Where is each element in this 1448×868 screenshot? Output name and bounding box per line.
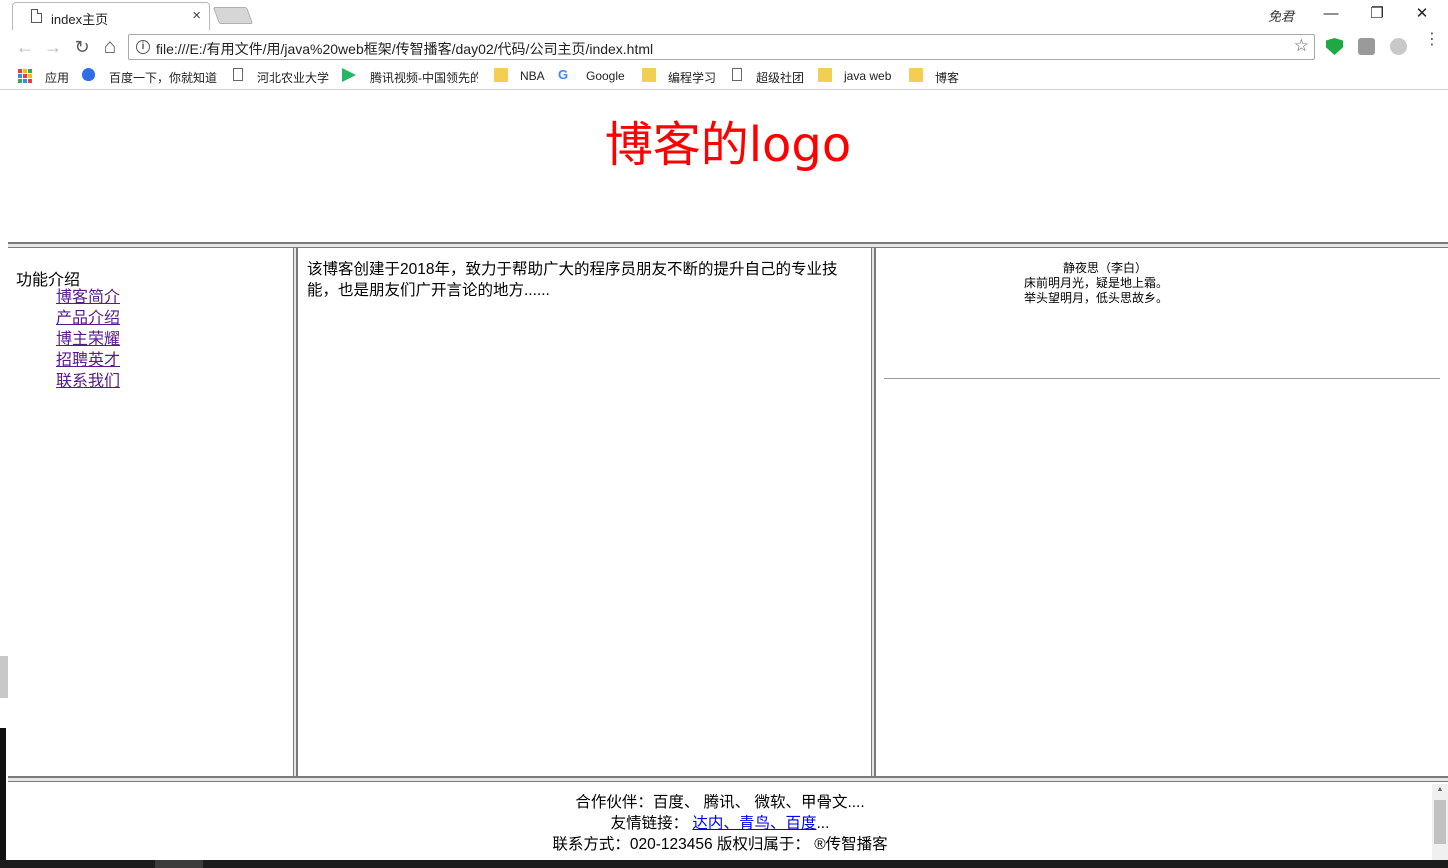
poem: 静夜思（李白） 床前明月光，疑是地上霜。 举头望明月，低头思故乡。 [876, 261, 1316, 306]
friend-link-baidu[interactable]: 百度 [785, 815, 816, 832]
link-blogger-honors[interactable]: 博主荣耀 [56, 331, 120, 348]
footer-friend-links: 友情链接： 达内、青鸟、百度... [8, 813, 1432, 834]
forward-button[interactable]: → [42, 36, 64, 58]
restore-button[interactable]: ❐ [1354, 2, 1400, 28]
minimize-button[interactable]: — [1308, 2, 1354, 28]
shield-extension-icon[interactable] [1326, 38, 1343, 55]
bookmark-blog[interactable]: 博客 [935, 69, 959, 86]
page-favicon-icon [31, 9, 42, 23]
baidu-paw-icon [82, 68, 95, 81]
lightning-extension-icon[interactable] [1358, 38, 1375, 55]
tab-close-icon[interactable]: × [192, 7, 201, 24]
scroll-up-arrow-icon[interactable]: ▲ [1432, 786, 1448, 798]
link-contact-us[interactable]: 联系我们 [56, 373, 120, 390]
taskbar [0, 860, 1448, 868]
bookmarks-bar: 应用 百度一下，你就知道 河北农业大学 腾讯视频-中国领先的 NBA G Goo… [0, 64, 1448, 90]
poem-line: 床前明月光，疑是地上霜。 [1023, 276, 1168, 290]
home-button[interactable]: ⌂ [99, 36, 121, 58]
google-icon: G [558, 67, 569, 82]
page-viewport: 博客的logo 功能介绍 博客简介 产品介绍 博主荣耀 招聘英才 联系我们 该博… [8, 91, 1448, 868]
bookmark-tencent-video[interactable]: 腾讯视频-中国领先的 [370, 69, 478, 86]
middle-frame: 该博客创建于2018年，致力于帮助广大的程序员朋友不断的提升自己的专业技能，也是… [298, 248, 871, 776]
feature-links: 博客简介 产品介绍 博主荣耀 招聘英才 联系我们 [56, 287, 120, 392]
bookmark-star-icon[interactable]: ☆ [1294, 36, 1309, 56]
address-bar[interactable]: i file:///E:/有用文件/用/java%20web框架/传智播客/da… [128, 34, 1315, 60]
friend-link-sep: 、 [769, 815, 786, 832]
menu-icon[interactable]: ⋮ [1424, 32, 1440, 48]
desktop-edge [0, 728, 6, 868]
folder-icon [642, 68, 656, 82]
back-button[interactable]: ← [14, 36, 36, 58]
friend-links-ellipsis: ... [816, 815, 830, 832]
link-blog-intro[interactable]: 博客简介 [56, 289, 120, 306]
bookmark-baidu[interactable]: 百度一下，你就知道 [109, 69, 217, 86]
profile-name[interactable]: 免君 [1268, 6, 1294, 25]
footer-partners: 合作伙伴：百度、 腾讯、 微软、甲骨文.... [575, 794, 865, 811]
bookmark-super-club[interactable]: 超级社团 [756, 69, 804, 86]
horizontal-rule [884, 378, 1440, 379]
footer-contact: 联系方式：020-123456 版权归属于： ®传智播客 [552, 836, 888, 853]
bookmark-hebau[interactable]: 河北农业大学 [257, 69, 329, 86]
blog-logo: 博客的logo [604, 117, 852, 173]
tencent-video-icon [342, 68, 356, 82]
new-tab-button[interactable] [212, 7, 254, 24]
bookmark-google[interactable]: Google [586, 69, 625, 83]
apps-grid-icon [18, 69, 32, 83]
url-text[interactable]: file:///E:/有用文件/用/java%20web框架/传智播客/day0… [156, 39, 653, 59]
tab-index[interactable]: index主页 × [12, 2, 210, 30]
poem-title: 静夜思（李白） [1062, 261, 1147, 275]
bottom-frame: 合作伙伴：百度、 腾讯、 微软、甲骨文.... 友情链接： 达内、青鸟、百度..… [8, 782, 1448, 868]
right-frame: 静夜思（李白） 床前明月光，疑是地上霜。 举头望明月，低头思故乡。 [876, 248, 1448, 776]
bookmark-java-web[interactable]: java web [844, 69, 891, 83]
reload-button[interactable]: ↻ [71, 36, 93, 58]
folder-icon [909, 68, 923, 82]
taskbar-item[interactable] [155, 860, 203, 868]
folder-icon [818, 68, 832, 82]
link-product-intro[interactable]: 产品介绍 [56, 310, 120, 327]
friend-link-qingniao[interactable]: 青鸟 [739, 815, 770, 832]
footer: 合作伙伴：百度、 腾讯、 微软、甲骨文.... 友情链接： 达内、青鸟、百度..… [8, 792, 1432, 855]
browser-window: index主页 × 免君 — ❐ ✕ ← → ↻ ⌂ i file:///E:/… [0, 0, 1448, 868]
scrollbar-thumb[interactable] [1434, 800, 1446, 844]
footer-scrollbar[interactable]: ▲ [1432, 784, 1448, 868]
folder-icon [494, 68, 508, 82]
tab-title: index主页 [51, 12, 109, 27]
friend-link-tarena[interactable]: 达内 [692, 815, 723, 832]
page-icon [233, 68, 243, 81]
eye-extension-icon[interactable] [1390, 38, 1407, 55]
friend-links-label: 友情链接： [610, 815, 689, 832]
bookmark-programming[interactable]: 编程学习 [668, 69, 716, 86]
top-frame: 博客的logo [8, 91, 1448, 242]
friend-link-sep: 、 [723, 815, 739, 832]
desktop-edge [0, 656, 8, 698]
link-recruitment[interactable]: 招聘英才 [56, 352, 120, 369]
poem-line: 举头望明月，低头思故乡。 [1023, 291, 1168, 305]
page-icon [732, 68, 742, 81]
info-icon[interactable]: i [136, 40, 150, 54]
bookmark-apps[interactable]: 应用 [45, 69, 69, 86]
toolbar: ← → ↻ ⌂ i file:///E:/有用文件/用/java%20web框架… [0, 30, 1448, 64]
title-bar: index主页 × 免君 — ❐ ✕ [0, 0, 1448, 30]
bookmark-nba[interactable]: NBA [520, 69, 545, 83]
blog-intro-text: 该博客创建于2018年，致力于帮助广大的程序员朋友不断的提升自己的专业技能，也是… [307, 261, 838, 299]
left-frame: 功能介绍 博客简介 产品介绍 博主荣耀 招聘英才 联系我们 [8, 248, 293, 776]
close-window-button[interactable]: ✕ [1399, 2, 1445, 28]
